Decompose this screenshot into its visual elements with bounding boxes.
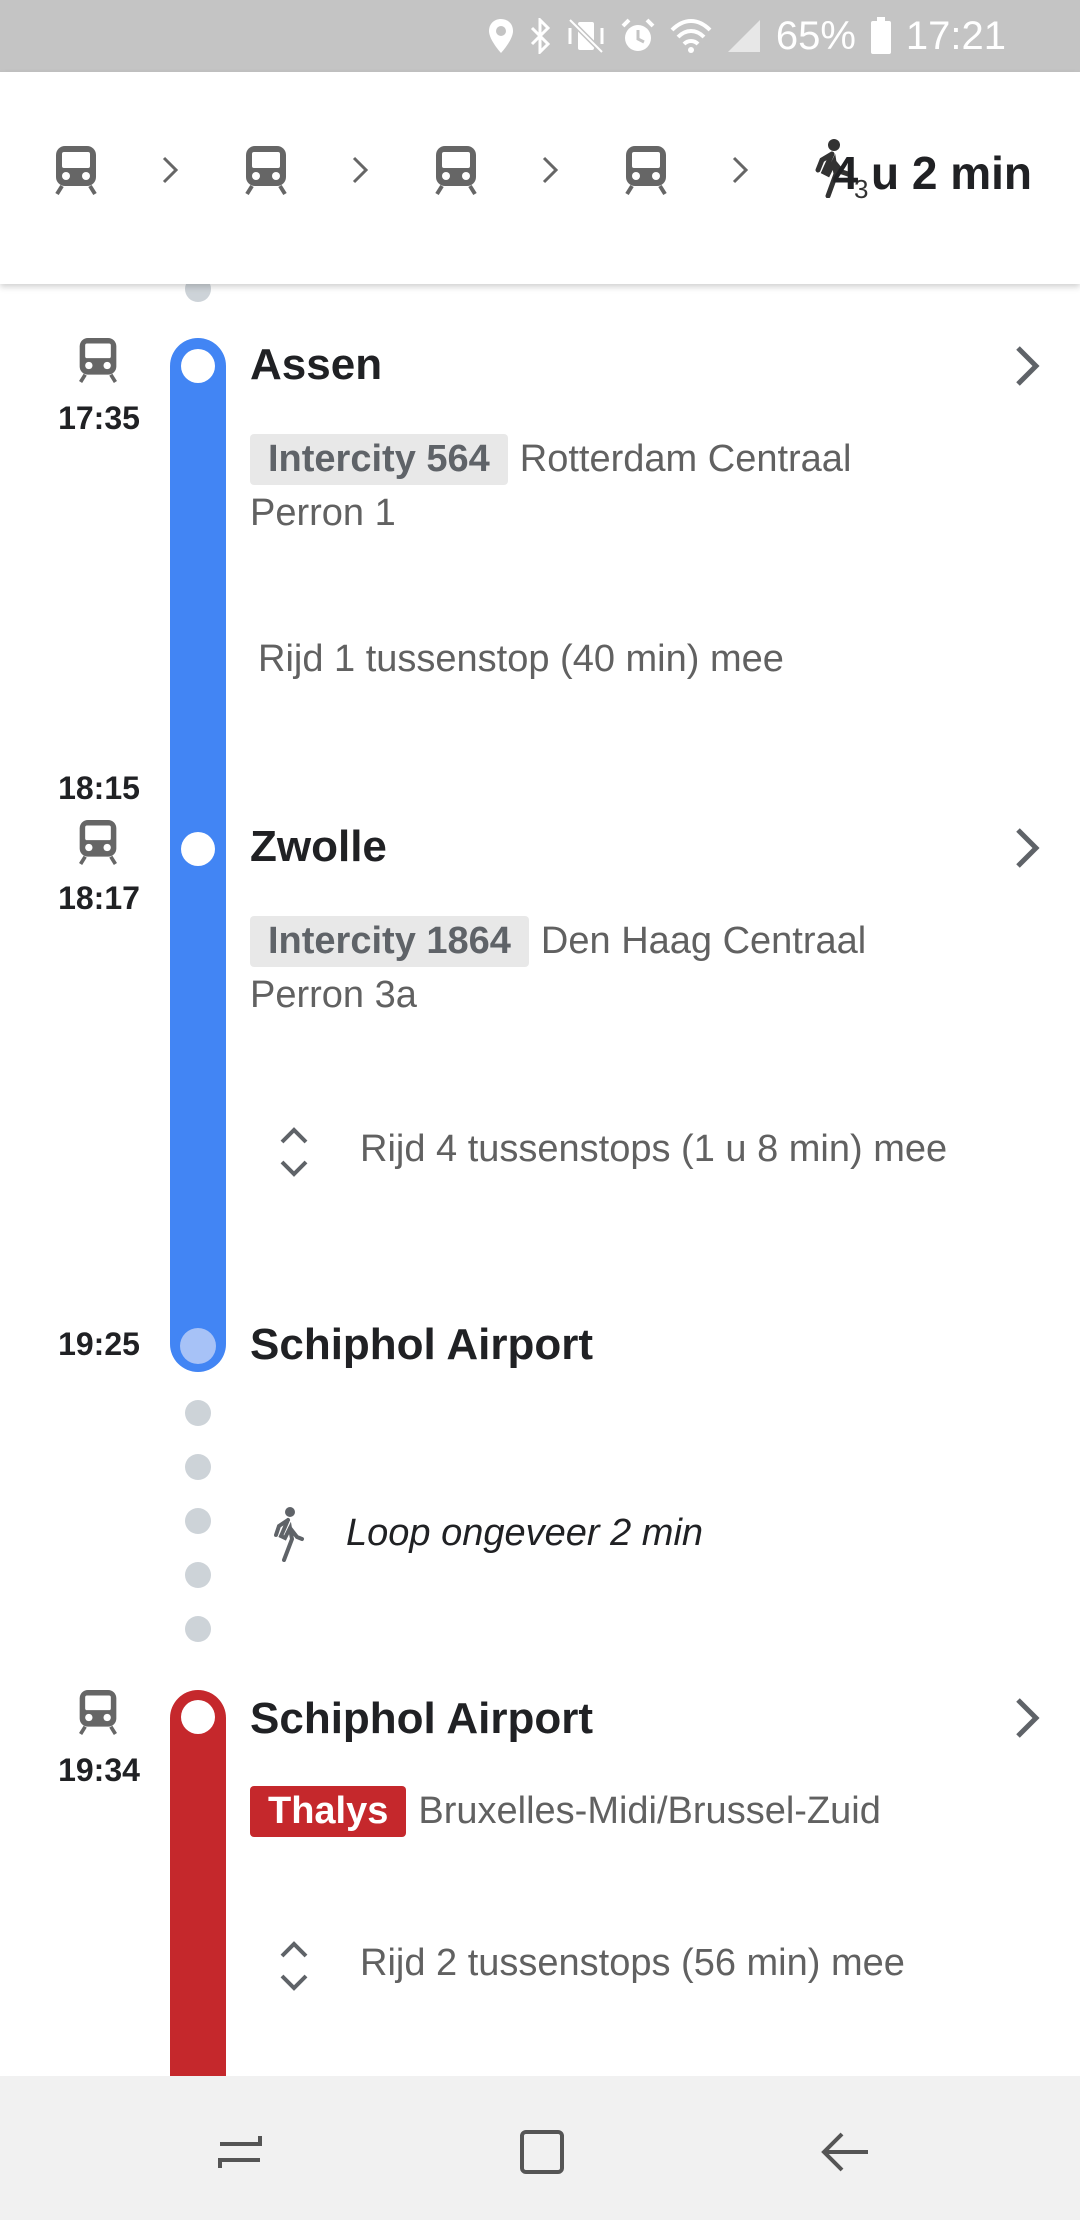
platform: Perron 1 xyxy=(250,492,396,534)
chevron-right-icon xyxy=(732,156,749,184)
route-summary-header[interactable]: 3 4 u 2 min xyxy=(0,72,1080,284)
destination: Bruxelles-Midi/Brussel-Zuid xyxy=(418,1790,881,1832)
timeline-dot xyxy=(185,1454,211,1480)
chevron-right-icon xyxy=(162,156,179,184)
route-steps: 3 xyxy=(52,134,872,206)
station-name[interactable]: Schiphol Airport xyxy=(250,1694,593,1744)
wifi-icon xyxy=(670,19,712,53)
destination: Den Haag Centraal xyxy=(540,920,867,962)
train-icon xyxy=(79,820,117,865)
timeline-dot xyxy=(185,284,211,302)
alarm-icon xyxy=(621,18,655,51)
battery-percentage: 65% xyxy=(775,13,856,58)
bluetooth-icon xyxy=(530,18,550,54)
ride-info[interactable]: Rijd 4 tussenstops (1 u 8 min) mee xyxy=(360,1128,947,1171)
clock: 17:21 xyxy=(905,13,1006,58)
vibrate-mute-icon xyxy=(568,18,604,54)
home-icon[interactable] xyxy=(512,2122,572,2182)
station-name: Schiphol Airport xyxy=(250,1320,594,1369)
train-icon xyxy=(79,338,117,383)
station-name[interactable]: Zwolle xyxy=(250,822,387,872)
signal-icon xyxy=(727,20,760,52)
timeline-dot xyxy=(185,1616,211,1642)
ride-info[interactable]: Rijd 1 tussenstop (40 min) mee xyxy=(258,638,784,681)
recent-apps-icon[interactable] xyxy=(210,2122,270,2182)
line-badge: Intercity 1864 xyxy=(250,916,529,967)
station-name[interactable]: Assen xyxy=(250,340,382,390)
timeline-dot xyxy=(185,1508,211,1534)
ride-info[interactable]: Rijd 2 tussenstops (56 min) mee xyxy=(360,1942,905,1985)
battery-icon xyxy=(870,17,891,54)
system-nav-bar xyxy=(0,2076,1080,2220)
destination: Rotterdam Centraal xyxy=(519,438,852,480)
train-icon xyxy=(245,146,287,196)
line-info: Intercity 1864 Den Haag Centraal xyxy=(250,916,866,967)
line-badge: Intercity 564 xyxy=(250,434,508,485)
expand-icon[interactable] xyxy=(276,1938,312,1994)
departure-time: 18:17 xyxy=(58,880,140,916)
train-icon xyxy=(625,146,667,196)
arrival-time: 18:15 xyxy=(58,770,140,806)
chevron-right-icon[interactable] xyxy=(1012,344,1042,388)
chevron-right-icon[interactable] xyxy=(1012,1696,1042,1740)
departure-time: 17:35 xyxy=(58,400,140,436)
chevron-right-icon xyxy=(352,156,369,184)
arrival-time: 19:25 xyxy=(58,1326,140,1362)
stop-dot xyxy=(181,832,215,866)
stop-dot xyxy=(181,1700,215,1734)
timeline-dot xyxy=(185,1562,211,1588)
back-icon[interactable] xyxy=(816,2122,876,2182)
walk-instruction: Loop ongeveer 2 min xyxy=(346,1512,704,1554)
platform: Perron 3a xyxy=(250,974,417,1016)
departure-time: 19:34 xyxy=(58,1752,140,1788)
leg-line-red xyxy=(170,1690,226,2076)
route-timeline: 17:35 Assen Intercity 564 Rotterdam Cent… xyxy=(0,284,1080,2076)
chevron-right-icon xyxy=(542,156,559,184)
line-info: Thalys Bruxelles-Midi/Brussel-Zuid xyxy=(250,1786,881,1837)
expand-icon[interactable] xyxy=(276,1124,312,1180)
arrival-dot xyxy=(180,1328,216,1364)
chevron-right-icon[interactable] xyxy=(1012,826,1042,870)
train-icon xyxy=(435,146,477,196)
stop-dot xyxy=(181,349,215,383)
total-duration: 4 u 2 min xyxy=(832,147,1032,199)
train-icon xyxy=(79,1690,117,1735)
line-info: Intercity 564 Rotterdam Centraal xyxy=(250,434,851,485)
status-bar: 65% 17:21 xyxy=(0,0,1080,72)
walk-icon xyxy=(274,1507,304,1562)
line-badge: Thalys xyxy=(250,1786,407,1837)
train-icon xyxy=(55,146,97,196)
timeline-dot xyxy=(185,1400,211,1426)
location-icon xyxy=(488,19,513,53)
